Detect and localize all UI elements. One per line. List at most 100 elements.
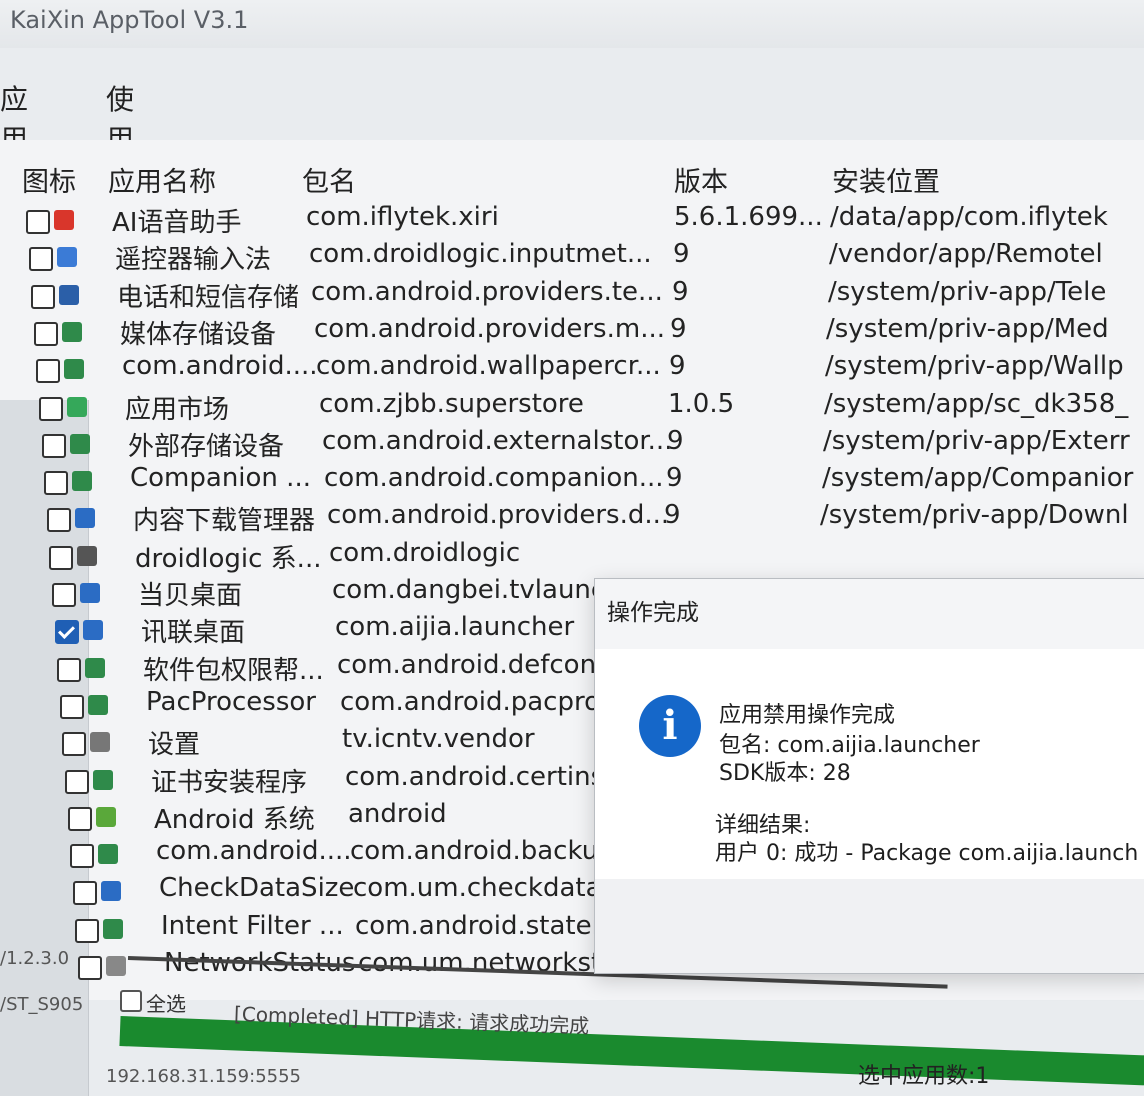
dialog-body: i 应用禁用操作完成 包名: com.aijia.launcher SDK版本:…: [595, 649, 1144, 879]
package-name-cell: com.aijia.launcher: [335, 612, 575, 642]
select-all-checkbox[interactable]: [120, 990, 142, 1012]
app-name-cell: 遥控器输入法: [115, 245, 272, 275]
version-cell: 9: [673, 239, 690, 269]
app-name-cell: PacProcessor: [146, 687, 316, 717]
title-bar: KaiXin AppTool V3.1: [0, 0, 1144, 48]
version-cell: 9: [669, 351, 686, 381]
package-name-cell: com.android.providers.d...: [327, 500, 670, 530]
app-name-cell: CheckDataSize: [159, 873, 355, 903]
dialog-title: 操作完成: [607, 600, 699, 626]
row-checkbox[interactable]: [36, 359, 60, 383]
app-icon: [75, 508, 95, 528]
app-name-cell: 外部存储设备: [128, 432, 285, 462]
install-location-cell: /system/app/sc_dk358_: [824, 389, 1129, 419]
table-row[interactable]: Companion ... com.android.companion... 9/s…: [0, 463, 1144, 503]
app-icon: [54, 210, 74, 230]
package-name-cell: tv.icntv.vendor: [342, 724, 535, 754]
app-icon: [88, 695, 108, 715]
row-checkbox[interactable]: [78, 956, 102, 980]
install-location-cell: /system/priv-app/Med: [826, 314, 1109, 344]
app-icon: [64, 359, 84, 379]
column-header-icon[interactable]: 图标: [22, 160, 76, 199]
column-header-location[interactable]: 安装位置: [832, 160, 940, 199]
row-checkbox[interactable]: [55, 620, 79, 644]
row-checkbox[interactable]: [68, 807, 92, 831]
dialog-message: 应用禁用操作完成: [719, 703, 896, 728]
app-icon: [62, 322, 82, 342]
package-name-cell: com.android.defcontai: [337, 650, 630, 680]
version-cell: 9: [672, 277, 689, 307]
table-row[interactable]: 外部存储设备 com.android.externalstor... 9/syste…: [0, 426, 1144, 466]
app-icon: [67, 397, 87, 417]
info-icon: i: [639, 695, 701, 757]
app-name-cell: Android 系统: [154, 805, 315, 835]
row-checkbox[interactable]: [42, 434, 66, 458]
row-checkbox[interactable]: [70, 844, 94, 868]
app-name-cell: 证书安装程序: [151, 768, 308, 798]
table-row[interactable]: droidlogic 系... com.droidlogic: [0, 538, 1144, 578]
version-cell: 1.0.5: [668, 389, 735, 419]
install-location-cell: /vendor/app/Remotel: [829, 239, 1103, 269]
app-icon: [80, 583, 100, 603]
app-name-cell: AI语音助手: [112, 208, 242, 238]
row-checkbox[interactable]: [62, 732, 86, 756]
column-header-package[interactable]: 包名: [302, 160, 356, 199]
row-checkbox[interactable]: [44, 471, 68, 495]
package-name-cell: com.android.wallpapercr...: [316, 351, 661, 381]
table-row[interactable]: 应用市场 com.zjbb.superstore 1.0.5/system/app/…: [0, 389, 1144, 429]
table-row[interactable]: 内容下载管理器 com.android.providers.d... 9/syste…: [0, 500, 1144, 540]
row-checkbox[interactable]: [47, 508, 71, 532]
install-location-cell: /system/priv-app/Tele: [828, 277, 1107, 307]
app-icon: [101, 881, 121, 901]
row-checkbox[interactable]: [57, 658, 81, 682]
app-name-cell: 软件包权限帮...: [143, 656, 324, 686]
version-cell: 9: [664, 500, 681, 530]
row-checkbox[interactable]: [49, 546, 73, 570]
package-name-cell: com.android.providers.te...: [311, 277, 663, 307]
table-row[interactable]: AI语音助手 com.iflytek.xiri 5.6.1.699.../data/…: [0, 202, 1144, 242]
row-checkbox[interactable]: [29, 247, 53, 271]
app-icon: [83, 620, 103, 640]
app-icon: [72, 471, 92, 491]
row-checkbox[interactable]: [31, 285, 55, 309]
app-icon: [77, 546, 97, 566]
row-checkbox[interactable]: [39, 397, 63, 421]
window-title: KaiXin AppTool V3.1: [10, 6, 249, 34]
row-checkbox[interactable]: [26, 210, 50, 234]
table-row[interactable]: 电话和短信存储 com.android.providers.te... 9/syst…: [0, 277, 1144, 317]
app-icon: [93, 770, 113, 790]
package-name-cell: com.iflytek.xiri: [306, 202, 499, 232]
row-checkbox[interactable]: [65, 770, 89, 794]
version-cell: 9: [670, 314, 687, 344]
package-name-cell: com.droidlogic.inputmet...: [309, 239, 652, 269]
version-cell: 9: [667, 426, 684, 456]
package-name-cell: com.android.companion...: [324, 463, 664, 493]
install-location-cell: /data/app/com.iflytek: [830, 202, 1108, 232]
table-row[interactable]: 遥控器输入法 com.droidlogic.inputmet... 9/vendor…: [0, 239, 1144, 279]
column-header-version[interactable]: 版本: [674, 160, 728, 199]
dialog-sdk-version: SDK版本: 28: [719, 761, 851, 786]
package-name-cell: com.android.externalstor...: [322, 426, 673, 456]
table-row[interactable]: 媒体存储设备 com.android.providers.m... 9/system…: [0, 314, 1144, 354]
column-header-name[interactable]: 应用名称: [108, 160, 216, 199]
app-icon: [85, 658, 105, 678]
app-icon: [57, 247, 77, 267]
app-name-cell: 当贝桌面: [138, 581, 243, 611]
operation-complete-dialog: 操作完成 i 应用禁用操作完成 包名: com.aijia.launcher S…: [594, 578, 1144, 974]
install-location-cell: /system/priv-app/Downl: [820, 500, 1129, 530]
table-row[interactable]: com.android.... com.android.wallpapercr..…: [0, 351, 1144, 391]
package-name-cell: android: [348, 799, 447, 829]
row-checkbox[interactable]: [73, 881, 97, 905]
app-icon: [103, 919, 123, 939]
app-name-cell: 设置: [148, 730, 201, 760]
app-icon: [70, 434, 90, 454]
row-checkbox[interactable]: [60, 695, 84, 719]
version-cell: 9: [666, 463, 683, 493]
selected-count: 选中应用数:1: [858, 1064, 990, 1089]
app-name-cell: Intent Filter ...: [161, 911, 344, 941]
row-checkbox[interactable]: [34, 322, 58, 346]
install-location-cell: /system/app/Companior: [822, 463, 1134, 493]
row-checkbox[interactable]: [75, 919, 99, 943]
row-checkbox[interactable]: [52, 583, 76, 607]
select-all-label[interactable]: 全选: [146, 988, 186, 1017]
